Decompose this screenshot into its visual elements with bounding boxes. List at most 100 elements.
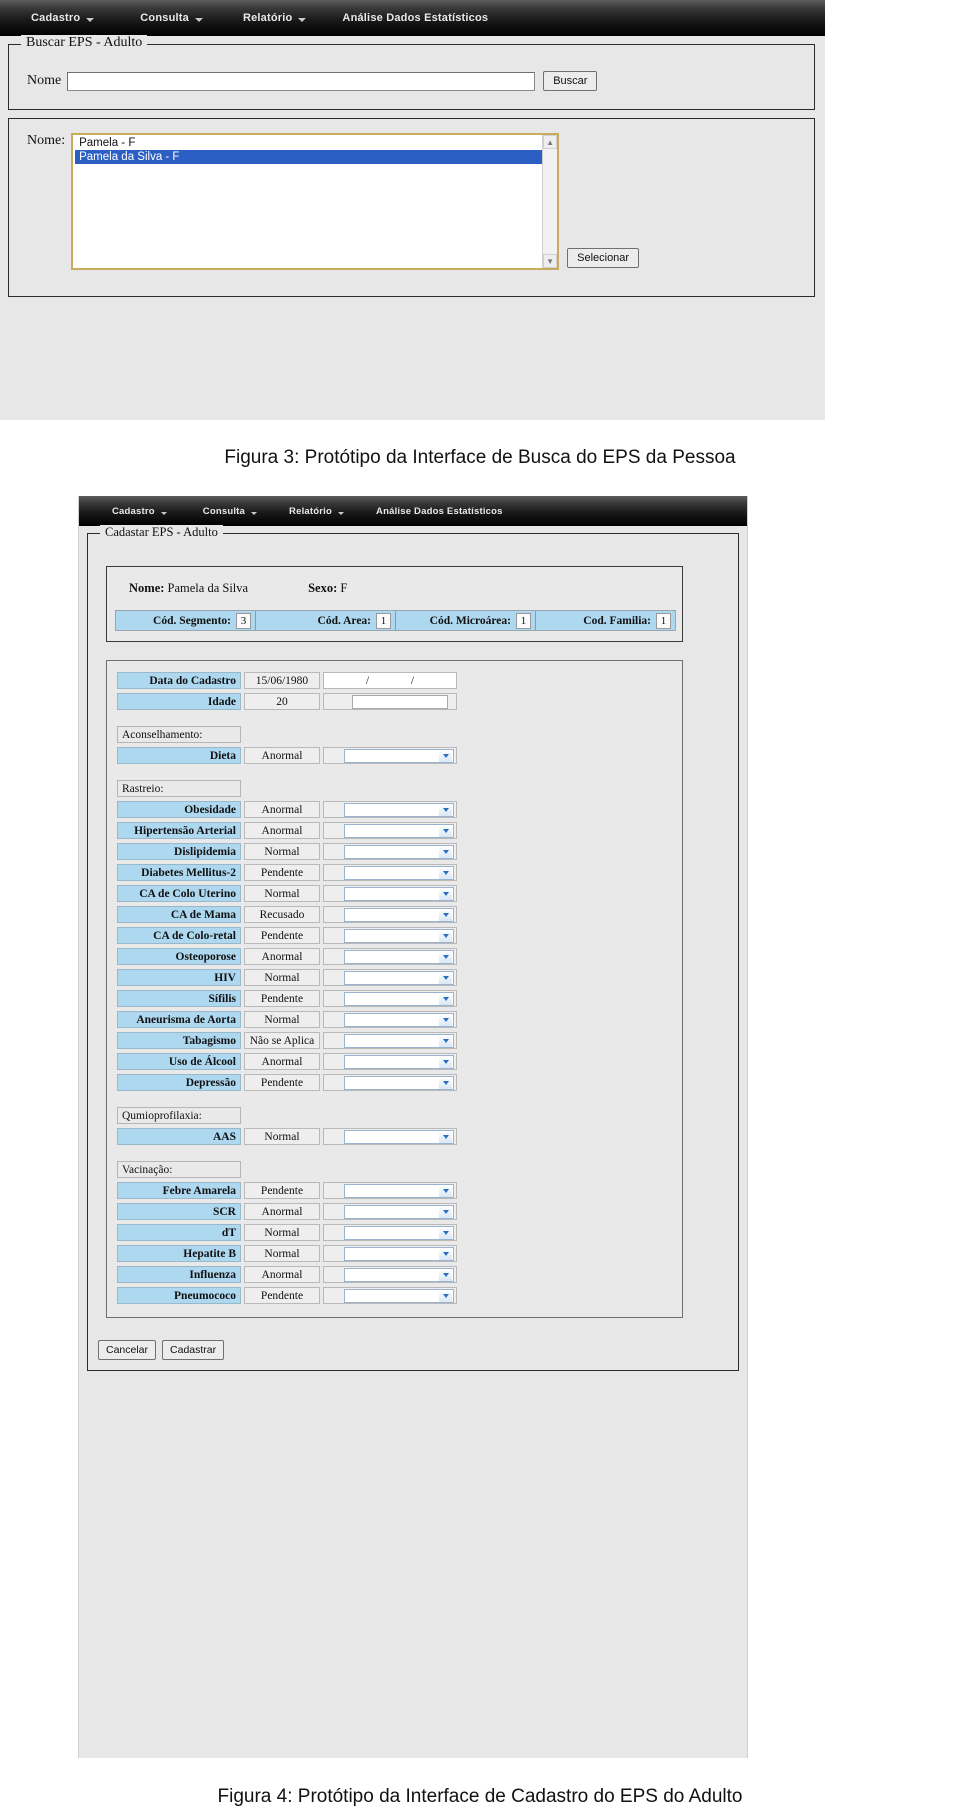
form-section-header: Aconselhamento: [117, 725, 682, 744]
chevron-down-icon[interactable] [439, 1076, 452, 1089]
listbox-scrollbar[interactable]: ▲ ▼ [542, 135, 558, 268]
status-select[interactable] [344, 1204, 454, 1219]
results-listbox[interactable]: Pamela - F Pamela da Silva - F ▲ ▼ [71, 133, 560, 270]
results-group: Nome: Pamela - F Pamela da Silva - F ▲ ▼… [8, 118, 815, 297]
status-select[interactable] [344, 1033, 454, 1048]
menu-item-cadastro[interactable]: Cadastro [22, 12, 103, 24]
menu-item-label: Cadastro [112, 505, 155, 517]
code-value[interactable]: 1 [656, 612, 671, 629]
status-select[interactable] [344, 1129, 454, 1144]
chevron-down-icon[interactable] [439, 1055, 452, 1068]
chevron-down-icon[interactable] [439, 803, 452, 816]
status-select[interactable] [344, 907, 454, 922]
status-select-cell [323, 969, 457, 986]
form-row: Tabagismo Não se Aplica [117, 1031, 682, 1050]
results-panel: Nome: Pamela - F Pamela da Silva - F ▲ ▼… [9, 119, 814, 296]
status-select[interactable] [344, 1054, 454, 1069]
chevron-down-icon[interactable] [439, 1130, 452, 1143]
status-select-cell [323, 822, 457, 839]
menu-item-consulta[interactable]: Consulta [131, 12, 212, 24]
menu-item-label: Análise Dados Estatísticos [376, 505, 503, 517]
form-row-current-value: Pendente [244, 990, 320, 1007]
menu-item-relatorio[interactable]: Relatório [282, 506, 351, 517]
code-value[interactable]: 1 [376, 612, 391, 629]
chevron-down-icon [251, 511, 258, 515]
chevron-down-icon[interactable] [439, 1184, 452, 1197]
status-select[interactable] [344, 1267, 454, 1282]
status-select[interactable] [344, 1246, 454, 1261]
date-input[interactable]: / / [323, 672, 457, 689]
status-select[interactable] [344, 949, 454, 964]
chevron-down-icon[interactable] [439, 929, 452, 942]
chevron-down-icon[interactable] [439, 845, 452, 858]
chevron-down-icon[interactable] [439, 1226, 452, 1239]
status-select[interactable] [344, 1075, 454, 1090]
chevron-down-icon[interactable] [439, 908, 452, 921]
list-item[interactable]: Pamela - F [75, 136, 542, 150]
menu-item-relatorio[interactable]: Relatório [234, 12, 315, 24]
form-row-label: Aneurisma de Aorta [117, 1011, 241, 1028]
status-select[interactable] [344, 748, 454, 763]
status-select[interactable] [344, 991, 454, 1006]
status-select[interactable] [344, 865, 454, 880]
form-row-current-value: 20 [244, 693, 320, 710]
status-select[interactable] [344, 886, 454, 901]
status-select[interactable] [344, 844, 454, 859]
form-row: AAS Normal [117, 1127, 682, 1146]
results-list[interactable]: Pamela - F Pamela da Silva - F [73, 135, 543, 268]
code-value[interactable]: 3 [236, 612, 251, 629]
select-button[interactable]: Selecionar [567, 248, 640, 268]
register-group: Cadastar EPS - Adulto Nome: Pamela da Si… [87, 525, 739, 1371]
form-row-current-value: Anormal [244, 1266, 320, 1283]
chevron-down-icon[interactable] [439, 992, 452, 1005]
form-row: Data do Cadastro 15/06/1980// [117, 671, 682, 690]
search-button[interactable]: Buscar [543, 71, 598, 91]
status-select[interactable] [344, 1225, 454, 1240]
form-row-current-value: Não se Aplica [244, 1032, 320, 1049]
status-select[interactable] [344, 1288, 454, 1303]
code-area: Cód. Area: 1 [256, 611, 396, 630]
form-row-current-value: Normal [244, 1128, 320, 1145]
status-select[interactable] [344, 1183, 454, 1198]
chevron-down-icon[interactable] [439, 1013, 452, 1026]
chevron-down-icon[interactable] [439, 866, 452, 879]
status-select[interactable] [344, 802, 454, 817]
submit-button[interactable]: Cadastrar [162, 1340, 225, 1360]
chevron-down-icon[interactable] [439, 749, 452, 762]
list-item[interactable]: Pamela da Silva - F [75, 150, 543, 164]
chevron-down-icon[interactable] [439, 1289, 452, 1302]
menu-item-analise-dados-estatisticos[interactable]: Análise Dados Estatísticos [369, 506, 510, 517]
chevron-down-icon[interactable] [439, 1205, 452, 1218]
form-row-label: Influenza [117, 1266, 241, 1283]
status-select[interactable] [344, 1012, 454, 1027]
chevron-down-icon[interactable] [439, 824, 452, 837]
form-row: CA de Mama Recusado [117, 905, 682, 924]
scroll-down-icon[interactable]: ▼ [543, 254, 558, 268]
search-input[interactable] [67, 71, 536, 91]
chevron-down-icon[interactable] [439, 1247, 452, 1260]
form-row-label: CA de Colo-retal [117, 927, 241, 944]
menu-item-label: Consulta [202, 505, 246, 517]
age-input[interactable] [352, 694, 448, 709]
form-row: Dieta Anormal [117, 746, 682, 765]
chevron-down-icon[interactable] [439, 887, 452, 900]
form-row-label: Pneumococo [117, 1287, 241, 1304]
menu-item-consulta[interactable]: Consulta [196, 506, 264, 517]
form-row: SCR Anormal [117, 1202, 682, 1221]
menu-item-cadastro[interactable]: Cadastro [105, 506, 174, 517]
status-select-cell [323, 1011, 457, 1028]
status-select[interactable] [344, 928, 454, 943]
cancel-button[interactable]: Cancelar [98, 1340, 157, 1360]
code-value[interactable]: 1 [516, 612, 531, 629]
chevron-down-icon[interactable] [439, 1268, 452, 1281]
status-select[interactable] [344, 823, 454, 838]
chevron-down-icon[interactable] [439, 1034, 452, 1047]
chevron-down-icon[interactable] [439, 971, 452, 984]
form-row-label: Tabagismo [117, 1032, 241, 1049]
form-row: Hepatite B Normal [117, 1244, 682, 1263]
section-header-label: Aconselhamento: [117, 726, 241, 743]
chevron-down-icon[interactable] [439, 950, 452, 963]
scroll-up-icon[interactable]: ▲ [543, 135, 558, 149]
menu-item-analise-dados-estatisticos[interactable]: Análise Dados Estatísticos [333, 12, 497, 24]
status-select[interactable] [344, 970, 454, 985]
